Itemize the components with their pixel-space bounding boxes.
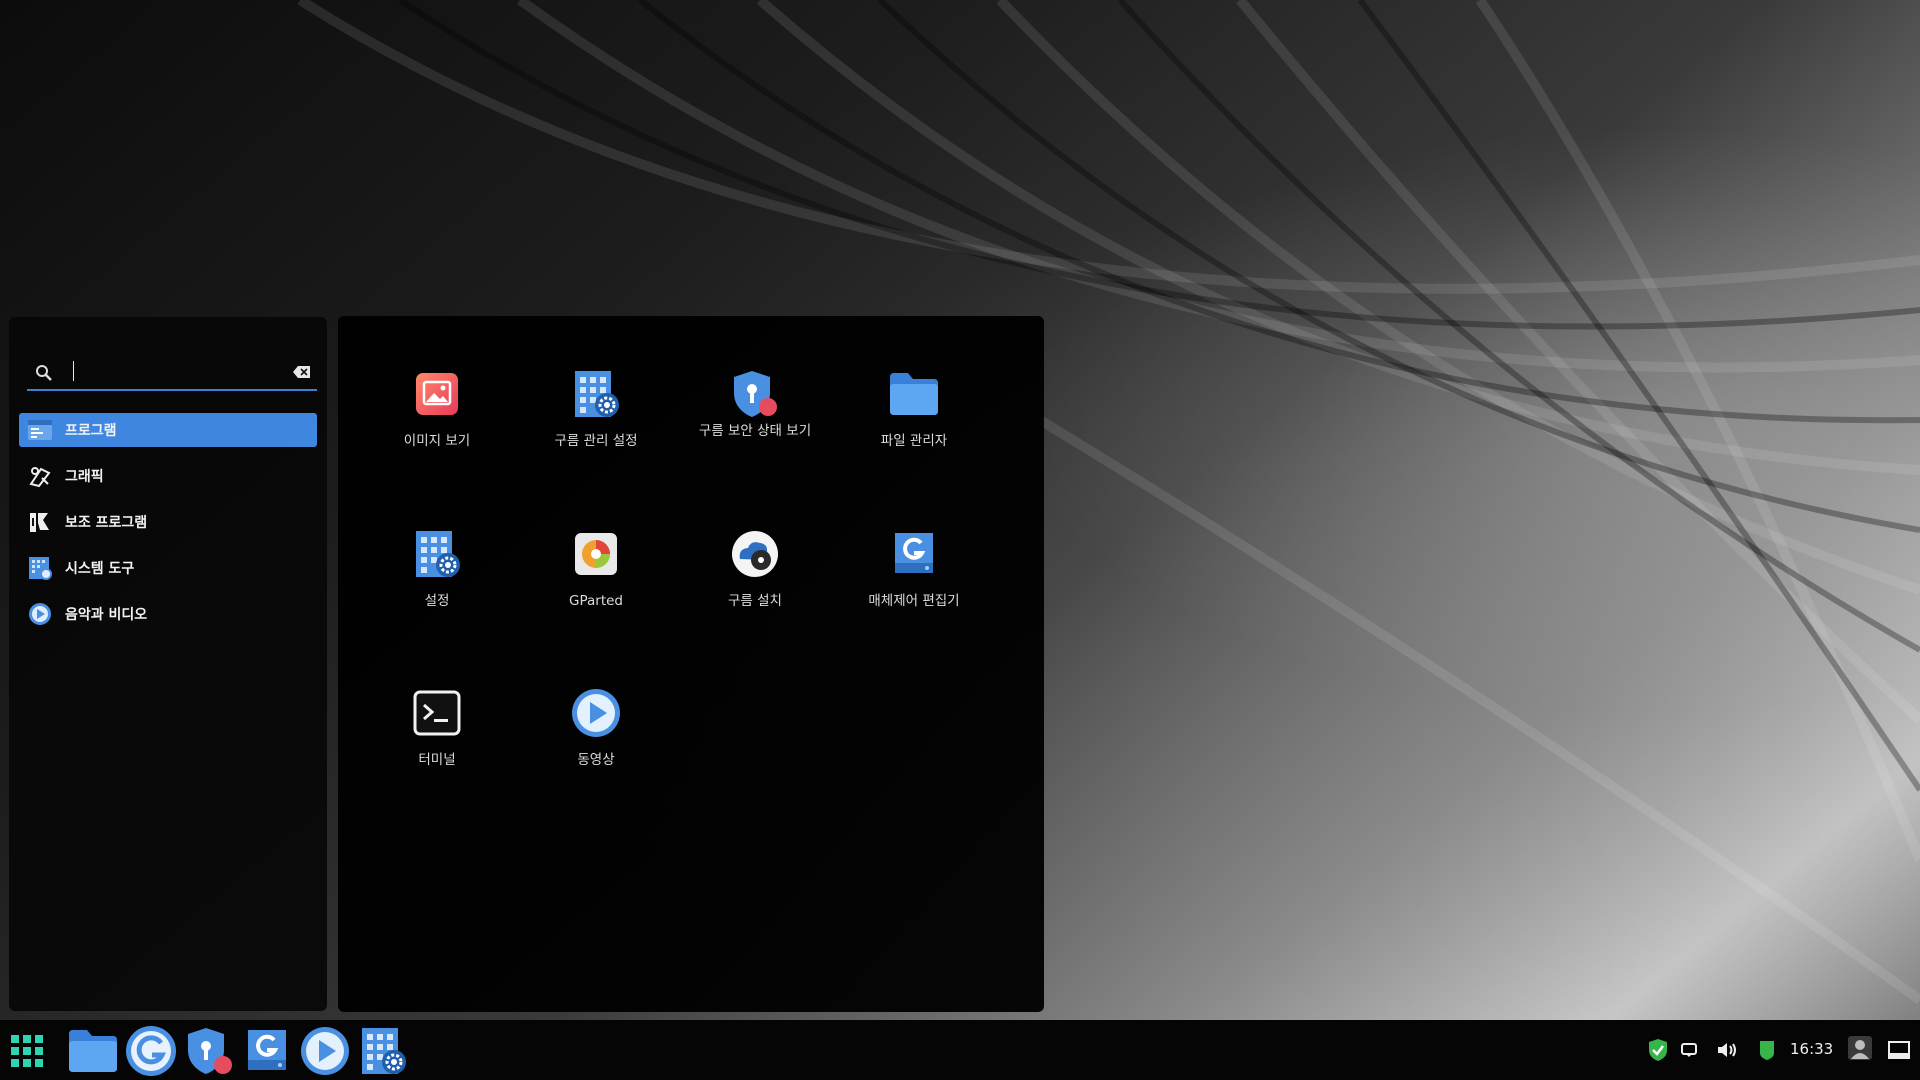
app-label: 이미지 보기	[403, 433, 471, 449]
gooroom-security-status-icon	[727, 366, 783, 422]
volume-icon[interactable]	[1715, 1038, 1739, 1062]
search-box	[27, 355, 317, 391]
file-manager-icon[interactable]	[66, 1026, 120, 1076]
apps-panel: 이미지 보기 구름 관리 설정 구름 보안 상태 보기 파일 관리자 설정 GP…	[338, 316, 1044, 1012]
settings-icon	[409, 526, 465, 582]
category-accessories[interactable]: 보조 프로그램	[19, 505, 317, 539]
category-label: 프로그램	[65, 423, 117, 439]
media-control-editor-icon	[886, 526, 942, 582]
app-label: 동영상	[577, 752, 615, 768]
app-settings[interactable]: 설정	[362, 526, 512, 656]
user-icon[interactable]	[1846, 1036, 1874, 1060]
clock[interactable]: 16:33	[1790, 1040, 1833, 1058]
category-label: 보조 프로그램	[65, 515, 148, 531]
app-gparted[interactable]: GParted	[521, 526, 671, 656]
gooroom-install-icon	[727, 526, 783, 582]
notification-icon[interactable]	[1678, 1038, 1700, 1062]
category-music-video[interactable]: 음악과 비디오	[19, 597, 317, 631]
app-gooroom-install[interactable]: 구름 설치	[680, 526, 830, 656]
accessories-icon	[27, 509, 53, 535]
gparted-icon	[568, 526, 624, 582]
system-tools-icon	[27, 555, 53, 581]
terminal-icon	[409, 685, 465, 741]
battery-icon[interactable]	[1756, 1038, 1778, 1062]
app-file-manager[interactable]: 파일 관리자	[839, 366, 989, 496]
app-label: 구름 관리 설정	[554, 433, 638, 449]
app-video-player[interactable]: 동영상	[521, 685, 671, 815]
app-label: 매체제어 편집기	[868, 593, 960, 609]
media-control-editor-icon[interactable]	[240, 1026, 294, 1076]
graphics-icon	[27, 463, 53, 489]
taskbar: 16:33	[0, 1020, 1920, 1080]
security-shield-icon[interactable]	[1646, 1038, 1670, 1062]
gooroom-management-settings-icon[interactable]	[356, 1026, 410, 1076]
app-label: 파일 관리자	[880, 433, 948, 449]
category-label: 음악과 비디오	[65, 607, 148, 623]
app-image-viewer[interactable]: 이미지 보기	[362, 366, 512, 496]
app-label: 구름 보안 상태 보기	[698, 423, 812, 439]
gooroom-security-status-icon[interactable]	[182, 1026, 236, 1076]
category-label: 그래픽	[65, 469, 104, 485]
search-icon	[36, 365, 52, 381]
app-label: 터미널	[418, 752, 456, 768]
show-desktop-icon[interactable]	[1886, 1038, 1912, 1062]
image-viewer-icon	[409, 366, 465, 422]
app-label: 설정	[424, 593, 450, 609]
category-programs[interactable]: 프로그램	[19, 413, 317, 447]
programs-icon	[27, 417, 53, 443]
category-panel: 프로그램 그래픽 보조 프로그램 시스템 도구 음악과 비디오	[9, 317, 327, 1011]
category-label: 시스템 도구	[65, 561, 135, 577]
app-gooroom-management-settings[interactable]: 구름 관리 설정	[521, 366, 671, 496]
app-gooroom-security-status[interactable]: 구름 보안 상태 보기	[680, 366, 830, 496]
video-player-icon	[568, 685, 624, 741]
app-terminal[interactable]: 터미널	[362, 685, 512, 815]
file-manager-icon	[886, 366, 942, 422]
video-player-icon[interactable]	[298, 1026, 352, 1076]
app-media-control-editor[interactable]: 매체제어 편집기	[839, 526, 989, 656]
category-graphics[interactable]: 그래픽	[19, 459, 317, 493]
gooroom-management-settings-icon	[568, 366, 624, 422]
clear-search-icon[interactable]	[293, 365, 311, 379]
gooroom-browser-icon[interactable]	[124, 1026, 178, 1076]
music-video-icon	[27, 601, 53, 627]
app-grid-icon[interactable]	[8, 1026, 46, 1076]
category-system-tools[interactable]: 시스템 도구	[19, 551, 317, 585]
app-label: 구름 설치	[728, 593, 782, 609]
app-label: GParted	[569, 593, 623, 609]
search-input[interactable]	[71, 357, 281, 385]
